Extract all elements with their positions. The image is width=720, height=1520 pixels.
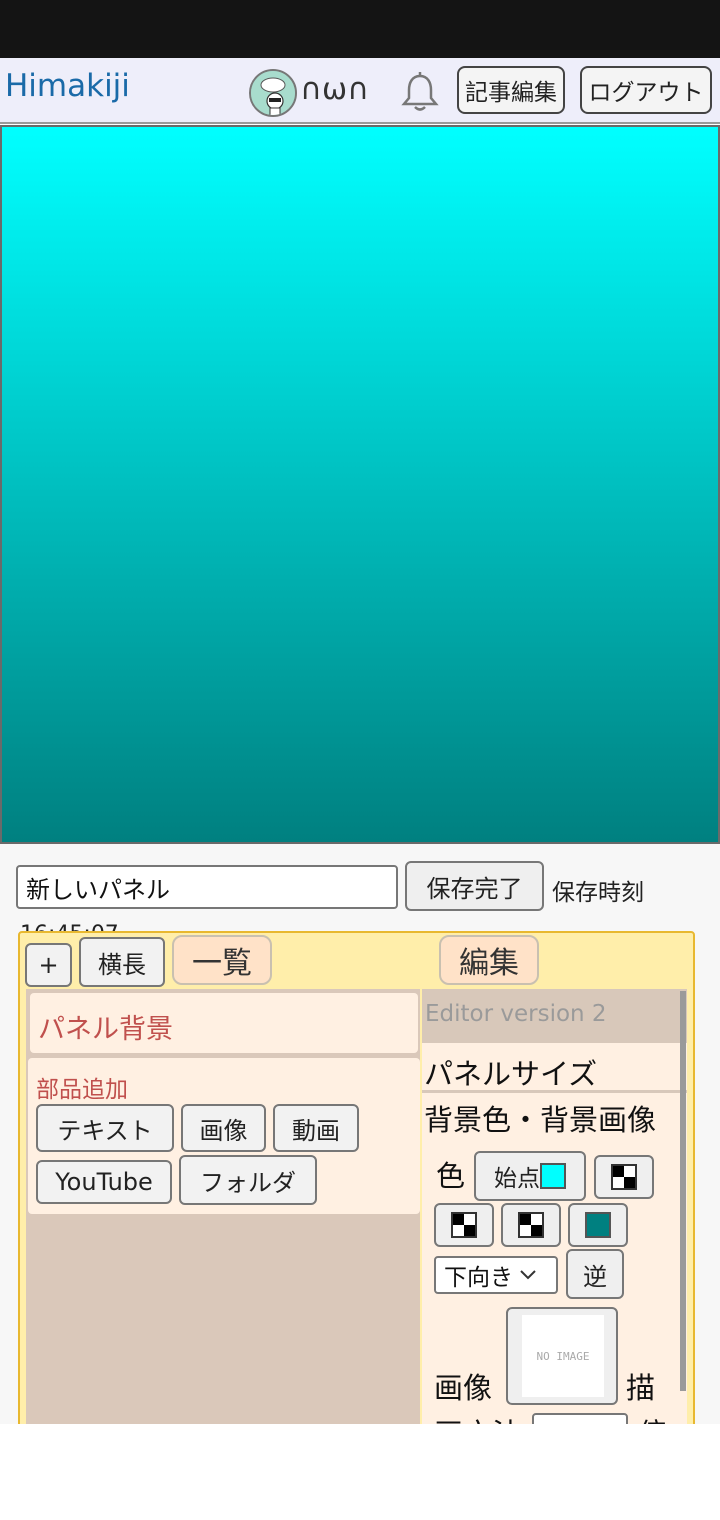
app-header: Himakiji ∩ω∩ 記事編集 ログアウト (0, 58, 720, 124)
tab-edit[interactable]: 編集 (439, 935, 539, 985)
transparent-color-button-2[interactable] (434, 1203, 494, 1247)
add-parts-section: 部品追加 テキスト 画像 動画 YouTube フォルダ (28, 1058, 420, 1214)
panel-background-item[interactable]: パネル背景 (30, 993, 418, 1053)
transparent-icon (611, 1164, 637, 1190)
landscape-button[interactable]: 横長 (79, 937, 165, 987)
transparent-icon (518, 1212, 544, 1238)
add-panel-button[interactable]: + (25, 943, 72, 987)
transparent-color-button[interactable] (594, 1155, 654, 1199)
gradient-direction-value: 下向き (444, 1265, 513, 1291)
draw-label: 描 (626, 1371, 656, 1405)
reverse-gradient-button[interactable]: 逆 (566, 1249, 624, 1299)
parts-pane: パネル背景 部品追加 テキスト 画像 動画 YouTube フォルダ (26, 989, 420, 1429)
bg-color-image-title: 背景色・背景画像 (424, 1103, 657, 1137)
save-button[interactable]: 保存完了 (405, 861, 544, 911)
gradient-start-label: 始点 (494, 1166, 540, 1192)
transparent-color-button-3[interactable] (501, 1203, 561, 1247)
start-color-swatch (540, 1163, 566, 1189)
panel-name-input[interactable] (16, 865, 398, 909)
properties-scrollbar[interactable] (680, 991, 686, 1391)
editor-version-text: Editor version 2 (425, 1001, 607, 1027)
image-label: 画像 (434, 1371, 493, 1405)
panel-size-section[interactable]: パネルサイズ (422, 1045, 687, 1093)
add-folder-button[interactable]: フォルダ (179, 1155, 317, 1205)
logout-button[interactable]: ログアウト (580, 66, 712, 114)
panel-preview-canvas[interactable] (0, 125, 720, 844)
chevron-down-icon (520, 1270, 536, 1280)
tab-list[interactable]: 一覧 (172, 935, 272, 985)
edit-article-button[interactable]: 記事編集 (457, 66, 565, 114)
properties-pane: Editor version 2 パネルサイズ 背景色・背景画像 色 始点 下向… (422, 989, 687, 1429)
avatar[interactable] (249, 69, 297, 117)
add-text-button[interactable]: テキスト (36, 1104, 174, 1152)
panel-editor: + 横長 一覧 編集 パネル背景 部品追加 テキスト 画像 動画 YouTube… (18, 931, 695, 1431)
no-image-placeholder: NO IMAGE (522, 1315, 604, 1397)
add-image-button[interactable]: 画像 (181, 1104, 266, 1152)
save-time-label: 保存時刻 (552, 880, 644, 906)
site-title-link[interactable]: Himakiji (5, 68, 130, 104)
editor-version-row: Editor version 2 (422, 989, 687, 1043)
background-image-picker[interactable]: NO IMAGE (506, 1307, 618, 1405)
color-label: 色 (436, 1159, 466, 1193)
end-color-swatch (585, 1212, 611, 1238)
gradient-end-button[interactable] (568, 1203, 628, 1247)
add-youtube-button[interactable]: YouTube (36, 1160, 172, 1204)
transparent-icon (451, 1212, 477, 1238)
bottom-blank-area (0, 1424, 720, 1520)
username[interactable]: ∩ω∩ (300, 72, 369, 107)
panel-background-title: パネル背景 (38, 1014, 173, 1045)
gradient-start-button[interactable]: 始点 (474, 1151, 586, 1201)
panel-edit-area: 保存完了 保存時刻 16:45:07 + 横長 一覧 編集 パネル背景 部品追加… (0, 844, 720, 1431)
status-bar (0, 0, 720, 58)
panel-size-title: パネルサイズ (424, 1057, 598, 1091)
add-video-button[interactable]: 動画 (273, 1104, 359, 1152)
bell-icon[interactable] (398, 70, 442, 114)
gradient-direction-select[interactable]: 下向き (434, 1256, 558, 1294)
add-parts-title: 部品追加 (36, 1077, 128, 1103)
